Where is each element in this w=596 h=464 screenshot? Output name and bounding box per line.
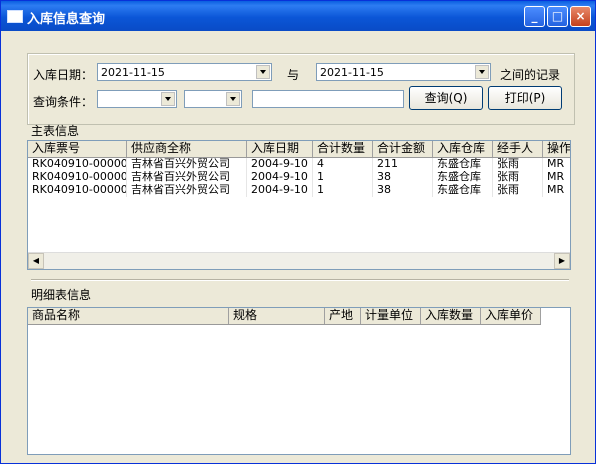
cell: 2004-9-10 (247, 184, 313, 197)
cell: 38 (373, 171, 433, 184)
cell: 张雨 (493, 158, 543, 171)
detail-table-header: 商品名称 规格 产地 计量单位 入库数量 入库单价 (28, 308, 541, 325)
condition-operator-select[interactable] (184, 90, 242, 108)
end-date-value: 2021-11-15 (320, 66, 384, 79)
column-header[interactable]: 供应商全称 (127, 141, 247, 157)
detail-section-title: 明细表信息 (31, 288, 92, 302)
cell: RK040910-000001 (28, 158, 127, 171)
window-icon (7, 10, 23, 23)
cell: 张雨 (493, 184, 543, 197)
cell: 4 (313, 158, 373, 171)
column-header[interactable]: 计量单位 (361, 308, 421, 324)
search-button[interactable]: 查询(Q) (409, 86, 483, 110)
column-header[interactable]: 规格 (229, 308, 325, 324)
column-header[interactable]: 入库票号 (28, 141, 127, 157)
end-date-picker[interactable]: 2021-11-15 (316, 63, 491, 81)
table-row[interactable]: RK040910-000003 吉林省百兴外贸公司 2004-9-10 1 38… (28, 184, 570, 197)
column-header[interactable]: 合计金额 (373, 141, 433, 157)
cell: 1 (313, 184, 373, 197)
print-button[interactable]: 打印(P) (488, 86, 562, 110)
column-header[interactable]: 入库数量 (421, 308, 481, 324)
cell: 2004-9-10 (247, 158, 313, 171)
column-header[interactable]: 入库日期 (247, 141, 313, 157)
column-header[interactable]: 合计数量 (313, 141, 373, 157)
title-bar[interactable]: 入库信息查询 _ □ × (1, 1, 595, 31)
cell: 211 (373, 158, 433, 171)
cell: 38 (373, 184, 433, 197)
section-divider (31, 279, 569, 281)
close-button[interactable]: × (570, 6, 591, 27)
start-date-picker[interactable]: 2021-11-15 (97, 63, 272, 81)
cell: MR (543, 158, 570, 171)
cell: 吉林省百兴外贸公司 (127, 158, 247, 171)
condition-label: 查询条件： (33, 95, 94, 109)
column-header[interactable]: 入库仓库 (433, 141, 493, 157)
cell: 东盛仓库 (433, 158, 493, 171)
cell: RK040910-000002 (28, 171, 127, 184)
scroll-left-icon[interactable]: ◀ (28, 253, 44, 269)
app-window: 入库信息查询 _ □ × 入库日期： 2021-11-15 与 2021-11-… (0, 0, 596, 464)
window-title: 入库信息查询 (27, 12, 106, 27)
master-table[interactable]: 入库票号 供应商全称 入库日期 合计数量 合计金额 入库仓库 经手人 操作 RK… (27, 140, 571, 270)
table-row[interactable]: RK040910-000001 吉林省百兴外贸公司 2004-9-10 4 21… (28, 158, 570, 171)
cell: 张雨 (493, 171, 543, 184)
master-table-header: 入库票号 供应商全称 入库日期 合计数量 合计金额 入库仓库 经手人 操作 (28, 141, 570, 158)
column-header[interactable]: 入库单价 (481, 308, 541, 324)
chevron-down-icon[interactable] (161, 92, 175, 106)
cell: 吉林省百兴外贸公司 (127, 171, 247, 184)
cell: 2004-9-10 (247, 171, 313, 184)
client-area: 入库日期： 2021-11-15 与 2021-11-15 之间的记录 查询条件… (5, 31, 591, 461)
cell: 吉林省百兴外贸公司 (127, 184, 247, 197)
cell: RK040910-000003 (28, 184, 127, 197)
range-suffix-label: 之间的记录 (500, 68, 561, 82)
and-label: 与 (287, 68, 300, 82)
condition-value-input[interactable] (252, 90, 404, 108)
detail-table[interactable]: 商品名称 规格 产地 计量单位 入库数量 入库单价 (27, 307, 571, 455)
maximize-button[interactable]: □ (547, 6, 568, 27)
column-header[interactable]: 经手人 (493, 141, 543, 157)
start-date-value: 2021-11-15 (101, 66, 165, 79)
cell: 东盛仓库 (433, 171, 493, 184)
column-header[interactable]: 商品名称 (28, 308, 229, 324)
master-section-title: 主表信息 (31, 124, 80, 138)
date-label: 入库日期： (33, 68, 94, 82)
cell: MR (543, 171, 570, 184)
column-header[interactable]: 操作 (543, 141, 570, 157)
cell: 东盛仓库 (433, 184, 493, 197)
condition-field-select[interactable] (97, 90, 177, 108)
chevron-down-icon[interactable] (475, 65, 489, 79)
horizontal-scrollbar[interactable]: ◀ ▶ (28, 252, 570, 269)
chevron-down-icon[interactable] (256, 65, 270, 79)
minimize-button[interactable]: _ (524, 6, 545, 27)
scroll-right-icon[interactable]: ▶ (554, 253, 570, 269)
table-row[interactable]: RK040910-000002 吉林省百兴外贸公司 2004-9-10 1 38… (28, 171, 570, 184)
column-header[interactable]: 产地 (325, 308, 361, 324)
cell: MR (543, 184, 570, 197)
cell: 1 (313, 171, 373, 184)
chevron-down-icon[interactable] (226, 92, 240, 106)
